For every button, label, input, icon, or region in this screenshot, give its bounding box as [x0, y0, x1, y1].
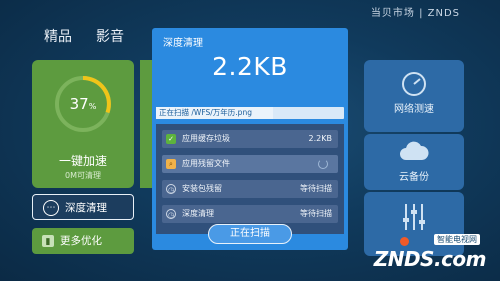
- scanning-button[interactable]: 正在扫描: [208, 224, 292, 244]
- speedometer-icon: [402, 72, 426, 96]
- item-value: 等待扫描: [300, 209, 332, 218]
- deep-clean-dialog: 深度清理 2.2KB 正在扫描 /WFS/万年历.png ✓ 应用缓存垃圾 2.…: [152, 28, 348, 250]
- more-dots-icon: ⋯: [43, 200, 59, 216]
- scan-item-list: ✓ 应用缓存垃圾 2.2KB ⌕ 应用残留文件 ◷ 安装包残留 等待扫描 ◷ 深…: [156, 124, 344, 234]
- boost-subtitle: 0M可清理: [65, 171, 101, 180]
- partial-tile: [140, 60, 152, 188]
- item-label: 应用缓存垃圾: [182, 134, 230, 143]
- checkmark-icon: ✓: [166, 134, 176, 144]
- item-label: 深度清理: [182, 209, 214, 218]
- list-item[interactable]: ◷ 安装包残留 等待扫描: [162, 180, 338, 198]
- watermark-logo: ZNDS.com: [373, 247, 487, 271]
- loading-spinner-icon: [318, 159, 328, 169]
- scanned-size: 2.2KB: [212, 52, 288, 81]
- item-label: 安装包残留: [182, 184, 222, 193]
- item-label: 应用残留文件: [182, 159, 230, 168]
- memory-percent: 37%: [69, 95, 97, 113]
- list-item[interactable]: ⌕ 应用残留文件: [162, 155, 338, 173]
- tab-media[interactable]: 影音: [96, 26, 124, 46]
- deep-clean-label: 深度清理: [65, 202, 107, 214]
- one-key-boost-tile[interactable]: 37% 一键加速 0M可清理: [32, 60, 134, 188]
- network-speed-label: 网络测速: [394, 104, 434, 115]
- scanning-path: 正在扫描 /WFS/万年历.png: [159, 108, 252, 117]
- watermark-dot-icon: [400, 237, 409, 246]
- list-item[interactable]: ✓ 应用缓存垃圾 2.2KB: [162, 130, 338, 148]
- clock-icon: ◷: [166, 209, 176, 219]
- item-value: 等待扫描: [300, 184, 332, 193]
- cloud-backup-tile[interactable]: 云备份: [364, 134, 464, 190]
- broom-icon: ▮: [42, 235, 54, 247]
- cloud-backup-label: 云备份: [399, 172, 429, 183]
- cloud-icon: [400, 141, 429, 160]
- sliders-icon: [403, 204, 425, 230]
- magnifier-icon: ⌕: [166, 159, 176, 169]
- item-value: 2.2KB: [308, 134, 332, 143]
- clock-icon: ◷: [166, 184, 176, 194]
- more-optimize-label: 更多优化: [60, 235, 102, 247]
- list-item[interactable]: ◷ 深度清理 等待扫描: [162, 205, 338, 223]
- network-speed-tile[interactable]: 网络测速: [364, 60, 464, 132]
- brand-logo: 当贝市场 | ZNDS: [370, 8, 460, 19]
- tab-featured[interactable]: 精品: [44, 26, 72, 46]
- boost-title: 一键加速: [58, 154, 107, 168]
- watermark-tag: 智能电视网: [434, 234, 480, 245]
- deep-clean-button[interactable]: ⋯ 深度清理: [32, 194, 134, 220]
- dialog-title: 深度清理: [163, 38, 203, 49]
- more-optimize-button[interactable]: ▮ 更多优化: [32, 228, 134, 254]
